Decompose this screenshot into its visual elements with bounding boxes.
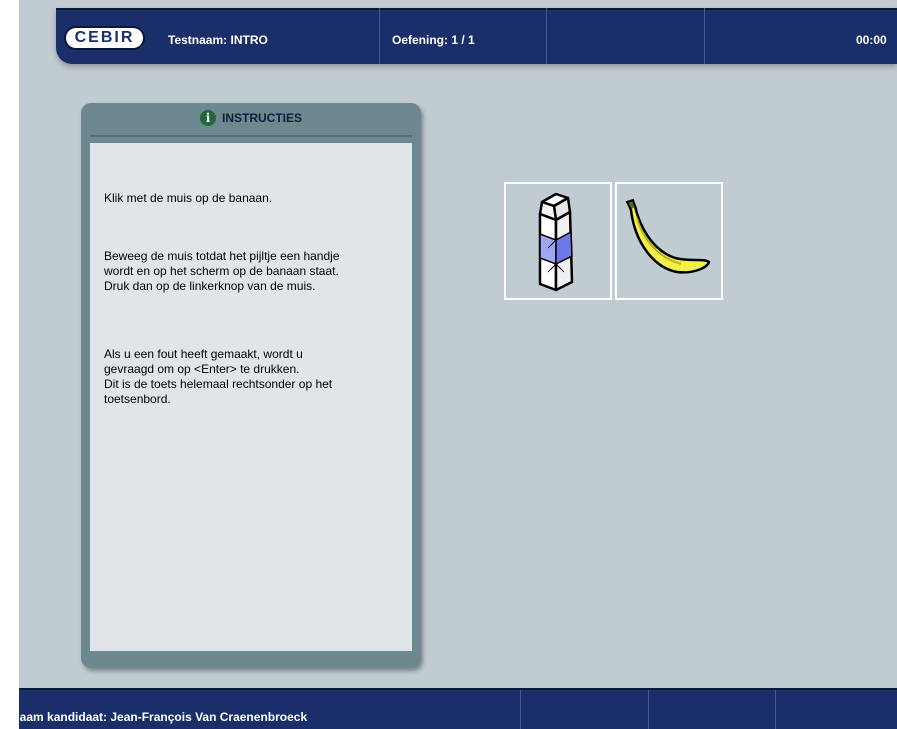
cebir-logo: CEBIR (66, 28, 143, 48)
footer-bar: Naam kandidaat: Jean-François Van Craene… (11, 688, 897, 729)
instructions-title: INSTRUCTIES (221, 111, 302, 125)
choice-milk-carton[interactable] (504, 182, 612, 300)
header-divider (704, 8, 705, 64)
test-name-field: Testnaam: INTRO (168, 33, 268, 47)
test-name-label: Testnaam: (168, 33, 228, 47)
header-divider (379, 8, 380, 64)
footer-divider (520, 690, 521, 729)
exercise-field: Oefening: 1 / 1 (392, 33, 475, 47)
header-bar: CEBIR Testnaam: INTRO Oefening: 1 / 1 00… (56, 8, 897, 64)
exercise-value: 1 / 1 (451, 33, 475, 47)
instruction-paragraph: Beweeg de muis totdat het pijltje een ha… (104, 249, 340, 293)
exercise-label: Oefening: (392, 33, 448, 47)
instructions-body: Klik met de muis op de banaan. Beweeg de… (90, 143, 412, 651)
timer: 00:00 (856, 33, 887, 47)
instructions-header: i INSTRUCTIES (81, 103, 421, 133)
test-name-value: INTRO (230, 33, 268, 47)
footer-divider (775, 690, 776, 729)
candidate-name: Jean-François Van Craenenbroeck (110, 710, 308, 724)
app-window: CEBIR Testnaam: INTRO Oefening: 1 / 1 00… (11, 0, 897, 729)
instructions-panel: i INSTRUCTIES Klik met de muis op de ban… (81, 103, 421, 668)
banana-icon (625, 198, 711, 274)
candidate-field: Naam kandidaat: Jean-François Van Craene… (11, 710, 307, 724)
milk-carton-icon (538, 192, 574, 292)
candidate-label: Naam kandidaat: (11, 710, 108, 724)
choice-banana[interactable] (615, 182, 723, 300)
instruction-paragraph: Klik met de muis op de banaan. (104, 191, 273, 205)
info-icon: i (199, 110, 216, 126)
header-divider (546, 8, 547, 64)
footer-divider (648, 690, 649, 729)
panel-divider (90, 135, 412, 137)
instruction-paragraph: Als u een fout heeft gemaakt, wordt u ge… (104, 347, 333, 406)
